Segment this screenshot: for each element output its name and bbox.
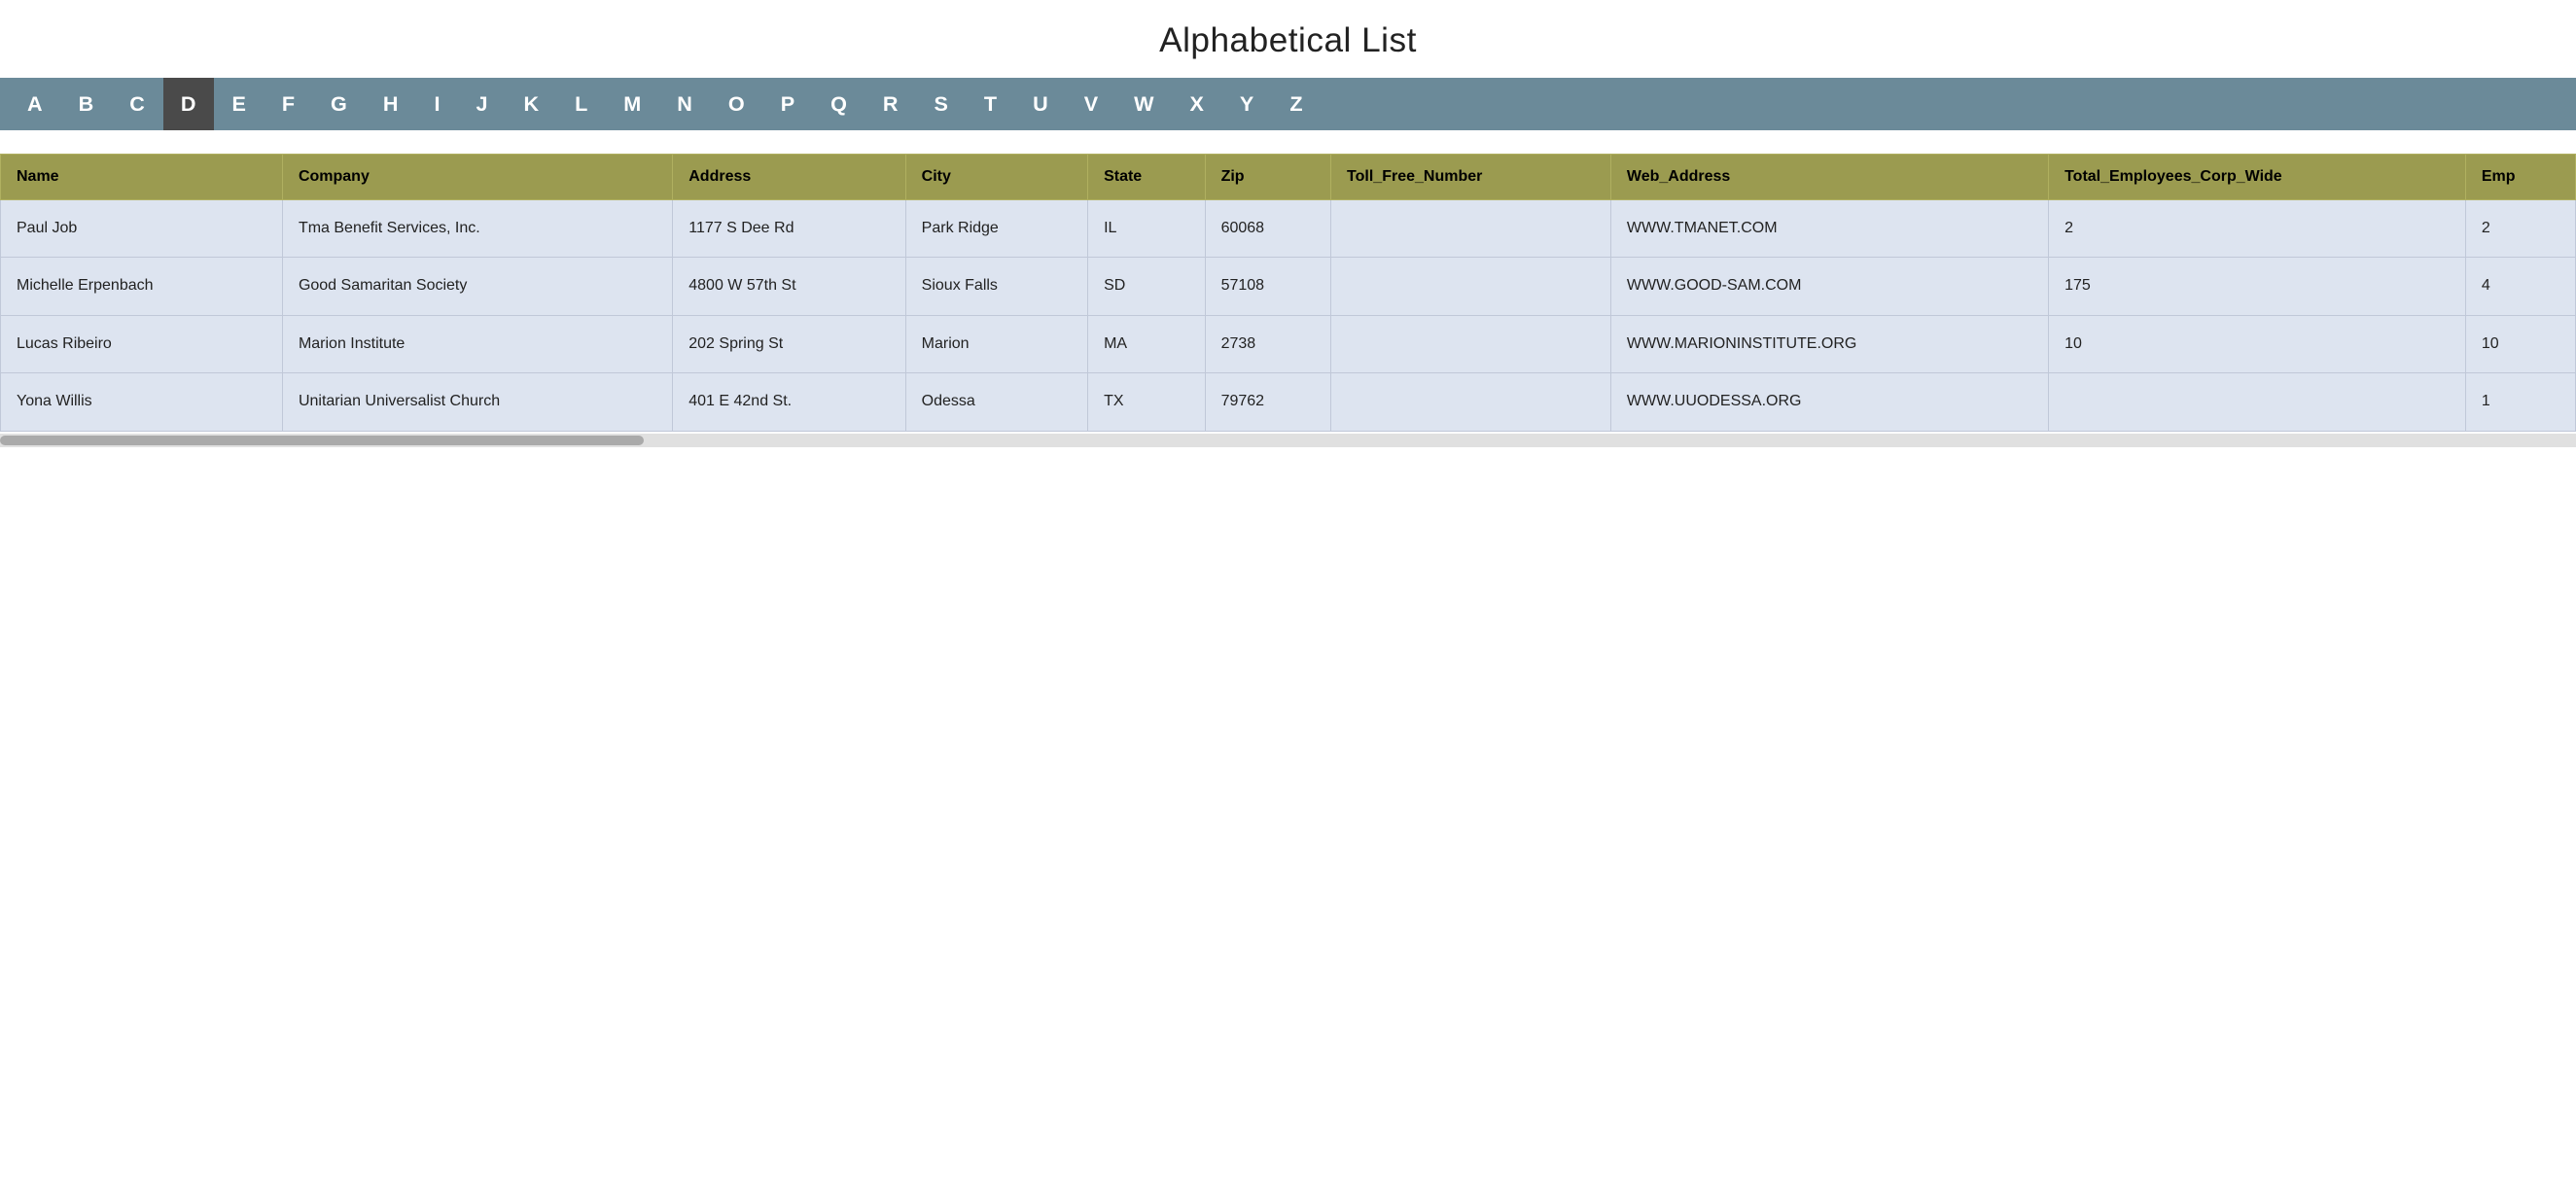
table-container: NameCompanyAddressCityStateZipToll_Free_… — [0, 154, 2576, 447]
cell-state: IL — [1088, 200, 1206, 258]
col-header-state: State — [1088, 155, 1206, 200]
cell-total_employees_corp_wide: 10 — [2049, 315, 2466, 372]
col-header-toll_free_number: Toll_Free_Number — [1331, 155, 1611, 200]
alpha-nav-item-f[interactable]: F — [265, 78, 313, 130]
cell-total_employees_corp_wide: 2 — [2049, 200, 2466, 258]
cell-zip: 2738 — [1205, 315, 1330, 372]
cell-state: SD — [1088, 258, 1206, 315]
alpha-nav-item-j[interactable]: J — [458, 78, 506, 130]
cell-web_address: WWW.TMANET.COM — [1610, 200, 2048, 258]
table-row: Paul JobTma Benefit Services, Inc.1177 S… — [1, 200, 2576, 258]
alpha-nav-item-i[interactable]: I — [416, 78, 458, 130]
cell-zip: 79762 — [1205, 373, 1330, 431]
table-row: Lucas RibeiroMarion Institute202 Spring … — [1, 315, 2576, 372]
alpha-nav-item-u[interactable]: U — [1015, 78, 1067, 130]
cell-state: TX — [1088, 373, 1206, 431]
alpha-nav-item-t[interactable]: T — [967, 78, 1015, 130]
header-row: NameCompanyAddressCityStateZipToll_Free_… — [1, 155, 2576, 200]
cell-emp: 4 — [2465, 258, 2575, 315]
cell-zip: 60068 — [1205, 200, 1330, 258]
alpha-nav: ABCDEFGHIJKLMNOPQRSTUVWXYZ — [0, 78, 2576, 130]
cell-emp: 10 — [2465, 315, 2575, 372]
alpha-nav-item-y[interactable]: Y — [1222, 78, 1272, 130]
table-body: Paul JobTma Benefit Services, Inc.1177 S… — [1, 200, 2576, 432]
cell-toll_free_number — [1331, 200, 1611, 258]
cell-web_address: WWW.GOOD-SAM.COM — [1610, 258, 2048, 315]
cell-address: 202 Spring St — [673, 315, 905, 372]
cell-city: Park Ridge — [905, 200, 1087, 258]
alpha-nav-item-s[interactable]: S — [917, 78, 967, 130]
cell-emp: 2 — [2465, 200, 2575, 258]
cell-state: MA — [1088, 315, 1206, 372]
cell-company: Unitarian Universalist Church — [282, 373, 672, 431]
alpha-nav-item-n[interactable]: N — [659, 78, 711, 130]
cell-address: 401 E 42nd St. — [673, 373, 905, 431]
alpha-nav-item-m[interactable]: M — [606, 78, 659, 130]
col-header-total_employees_corp_wide: Total_Employees_Corp_Wide — [2049, 155, 2466, 200]
alpha-nav-item-o[interactable]: O — [711, 78, 763, 130]
alpha-nav-item-k[interactable]: K — [506, 78, 557, 130]
cell-emp: 1 — [2465, 373, 2575, 431]
alpha-nav-item-q[interactable]: Q — [813, 78, 865, 130]
col-header-company: Company — [282, 155, 672, 200]
alpha-nav-item-p[interactable]: P — [763, 78, 813, 130]
table-row: Yona WillisUnitarian Universalist Church… — [1, 373, 2576, 431]
col-header-name: Name — [1, 155, 283, 200]
alpha-nav-item-z[interactable]: Z — [1272, 78, 1321, 130]
col-header-city: City — [905, 155, 1087, 200]
cell-city: Sioux Falls — [905, 258, 1087, 315]
cell-toll_free_number — [1331, 373, 1611, 431]
alpha-nav-item-h[interactable]: H — [366, 78, 417, 130]
cell-name: Yona Willis — [1, 373, 283, 431]
cell-name: Michelle Erpenbach — [1, 258, 283, 315]
alpha-nav-item-d[interactable]: D — [163, 78, 215, 130]
data-table: NameCompanyAddressCityStateZipToll_Free_… — [0, 154, 2576, 432]
col-header-zip: Zip — [1205, 155, 1330, 200]
scrollbar-thumb[interactable] — [0, 436, 644, 445]
horizontal-scrollbar[interactable] — [0, 434, 2576, 447]
alpha-nav-item-x[interactable]: X — [1173, 78, 1222, 130]
alpha-nav-item-g[interactable]: G — [313, 78, 366, 130]
table-header: NameCompanyAddressCityStateZipToll_Free_… — [1, 155, 2576, 200]
col-header-address: Address — [673, 155, 905, 200]
alpha-nav-item-e[interactable]: E — [214, 78, 264, 130]
cell-toll_free_number — [1331, 315, 1611, 372]
page-title: Alphabetical List — [0, 0, 2576, 78]
alpha-nav-item-w[interactable]: W — [1116, 78, 1172, 130]
cell-city: Marion — [905, 315, 1087, 372]
col-header-emp: Emp — [2465, 155, 2575, 200]
cell-company: Marion Institute — [282, 315, 672, 372]
cell-address: 4800 W 57th St — [673, 258, 905, 315]
cell-zip: 57108 — [1205, 258, 1330, 315]
alpha-nav-item-v[interactable]: V — [1067, 78, 1116, 130]
cell-total_employees_corp_wide: 175 — [2049, 258, 2466, 315]
alpha-nav-item-r[interactable]: R — [865, 78, 917, 130]
cell-name: Lucas Ribeiro — [1, 315, 283, 372]
cell-address: 1177 S Dee Rd — [673, 200, 905, 258]
alpha-nav-item-c[interactable]: C — [112, 78, 163, 130]
alpha-nav-item-b[interactable]: B — [61, 78, 113, 130]
cell-city: Odessa — [905, 373, 1087, 431]
cell-toll_free_number — [1331, 258, 1611, 315]
alpha-nav-item-a[interactable]: A — [10, 78, 61, 130]
alpha-nav-item-l[interactable]: L — [557, 78, 606, 130]
cell-web_address: WWW.MARIONINSTITUTE.ORG — [1610, 315, 2048, 372]
cell-name: Paul Job — [1, 200, 283, 258]
table-row: Michelle ErpenbachGood Samaritan Society… — [1, 258, 2576, 315]
cell-company: Good Samaritan Society — [282, 258, 672, 315]
col-header-web_address: Web_Address — [1610, 155, 2048, 200]
cell-company: Tma Benefit Services, Inc. — [282, 200, 672, 258]
cell-total_employees_corp_wide — [2049, 373, 2466, 431]
cell-web_address: WWW.UUODESSA.ORG — [1610, 373, 2048, 431]
